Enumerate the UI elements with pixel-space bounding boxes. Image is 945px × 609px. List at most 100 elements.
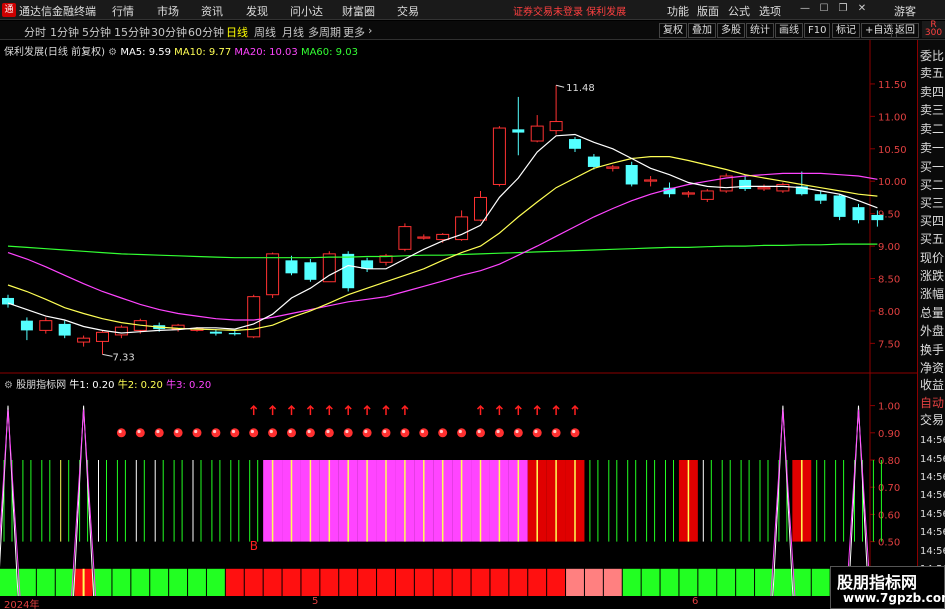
signal-ball <box>269 429 273 434</box>
indicator-bar <box>717 568 736 596</box>
watermark-line2: www.7gpzb.com <box>843 591 945 605</box>
candle-body <box>209 331 222 334</box>
menu-item-ask[interactable]: 问小达 <box>290 3 323 19</box>
back-button[interactable]: 返回 <box>891 23 919 38</box>
adjust-button[interactable]: 复权 <box>659 23 687 38</box>
draw-line-button[interactable]: 画线 <box>775 23 803 38</box>
low-price-label: 7.33 <box>113 352 135 363</box>
indicator-bar <box>622 568 641 596</box>
side-panel-item: 卖二 <box>920 122 945 136</box>
period-multi[interactable]: 多周期 <box>308 24 341 40</box>
signal-ball <box>476 428 485 438</box>
x-axis: 2024年 5 6 <box>0 596 870 609</box>
candle-body <box>569 139 581 149</box>
period-15min[interactable]: 15分钟 <box>114 24 150 40</box>
signal-ball <box>230 428 240 438</box>
indicator-bar <box>93 568 112 596</box>
signal-ball <box>364 429 368 434</box>
restore-icon[interactable]: ❐ <box>836 2 850 16</box>
candle-body <box>114 326 128 336</box>
side-panel-item: 净资 <box>920 361 945 375</box>
maximize-icon[interactable]: ☐ <box>817 2 831 16</box>
candle-body <box>474 196 487 221</box>
period-weekly[interactable]: 周线 <box>254 24 276 40</box>
r-badge-bottom: 300 <box>924 28 943 38</box>
signal-ball <box>307 429 311 434</box>
f10-button[interactable]: F10 <box>804 23 831 38</box>
period-toolbar: 分时 1分钟 5分钟 15分钟 30分钟 60分钟 日线 周线 月线 多周期 更… <box>0 21 945 40</box>
menu-item-trade[interactable]: 交易 <box>397 3 419 19</box>
candle-body <box>833 195 846 217</box>
menu-item-layout[interactable]: 版面 <box>697 3 719 19</box>
multi-stock-button[interactable]: 多股 <box>717 23 745 38</box>
menu-item-options[interactable]: 选项 <box>759 3 781 19</box>
period-60min[interactable]: 60分钟 <box>188 24 224 40</box>
candle-body <box>342 253 355 289</box>
main-chart-legend: 保利发展(日线 前复权) ⚙ MA5: 9.59 MA10: 9.77 MA20… <box>4 43 358 58</box>
period-more[interactable]: 更多 <box>343 24 365 40</box>
chevron-right-icon[interactable]: › <box>368 24 372 37</box>
menu-item-news[interactable]: 资讯 <box>201 3 223 19</box>
side-panel-item: 买二 <box>920 178 945 192</box>
x-label-may: 5 <box>312 596 319 607</box>
menu-item-quotes[interactable]: 行情 <box>112 3 134 19</box>
candle-body <box>681 192 695 195</box>
signal-ball <box>213 429 217 434</box>
app-logo-icon: 通 <box>2 3 16 17</box>
candle-body <box>757 187 771 190</box>
signal-ball <box>494 428 504 438</box>
ma60-line <box>7 243 878 259</box>
ma20-line <box>7 172 878 321</box>
signal-ball <box>551 428 561 438</box>
period-monthly[interactable]: 月线 <box>282 24 304 40</box>
gear-icon[interactable]: ⚙ <box>108 47 117 58</box>
login-notice[interactable]: 证券交易未登录 保利发展 <box>513 3 626 18</box>
menu-item-discover[interactable]: 发现 <box>246 3 268 19</box>
indicator-bar <box>641 568 660 596</box>
side-panel-item: 卖一 <box>920 141 945 155</box>
period-daily[interactable]: 日线 <box>226 24 248 40</box>
indicator-bar <box>773 568 792 596</box>
period-30min[interactable]: 30分钟 <box>151 24 187 40</box>
stats-button[interactable]: 统计 <box>746 23 774 38</box>
menu-item-function[interactable]: 功能 <box>667 3 689 19</box>
spike-line <box>73 405 95 596</box>
title-bar: 通 通达信金融终端 行情 市场 资讯 发现 问小达 财富圈 交易 证券交易未登录… <box>0 0 945 20</box>
side-panel-item: 交易 <box>920 413 945 427</box>
indicator-bar <box>244 568 263 596</box>
chart-area[interactable]: 7.508.008.509.009.5010.0010.5011.0011.50… <box>0 40 917 596</box>
side-panel-item: 委比 <box>920 49 945 63</box>
indicator-bar <box>131 568 150 596</box>
guest-login[interactable]: 游客 <box>894 3 916 19</box>
signal-ball <box>135 428 145 438</box>
signal-ball <box>534 429 538 434</box>
overlay-button[interactable]: 叠加 <box>688 23 716 38</box>
minimize-icon[interactable]: — <box>798 2 812 16</box>
indicator-title: 股朋指标网 <box>16 380 67 391</box>
candle-body <box>20 320 33 331</box>
period-tick[interactable]: 分时 <box>24 24 46 40</box>
side-panel-item: 外盘 <box>920 324 945 338</box>
high-marker-line <box>555 84 565 88</box>
ma5-label: MA5: 9.59 <box>120 47 171 58</box>
close-icon[interactable]: ✕ <box>855 2 869 16</box>
period-1min[interactable]: 1分钟 <box>50 24 79 40</box>
menu-item-market[interactable]: 市场 <box>157 3 179 19</box>
y-tick-label: 11.00 <box>878 112 907 123</box>
signal-ball <box>570 428 580 438</box>
indicator-bar <box>282 568 301 596</box>
side-panel-item: 卖三 <box>920 103 945 117</box>
candle-body <box>58 323 71 336</box>
side-panel-item: 自动 <box>920 396 945 410</box>
ma20-label: MA20: 10.03 <box>234 47 298 58</box>
menu-item-formula[interactable]: 公式 <box>728 3 750 19</box>
signal-ball <box>477 429 481 434</box>
signal-ball <box>496 429 500 434</box>
menu-item-wealth[interactable]: 财富圈 <box>342 3 375 19</box>
indicator-bar <box>471 568 490 596</box>
candle-body <box>492 127 506 185</box>
period-5min[interactable]: 5分钟 <box>82 24 111 40</box>
mark-button[interactable]: 标记 <box>832 23 860 38</box>
gear-icon[interactable]: ⚙ <box>4 380 13 391</box>
signal-ball <box>402 429 406 434</box>
